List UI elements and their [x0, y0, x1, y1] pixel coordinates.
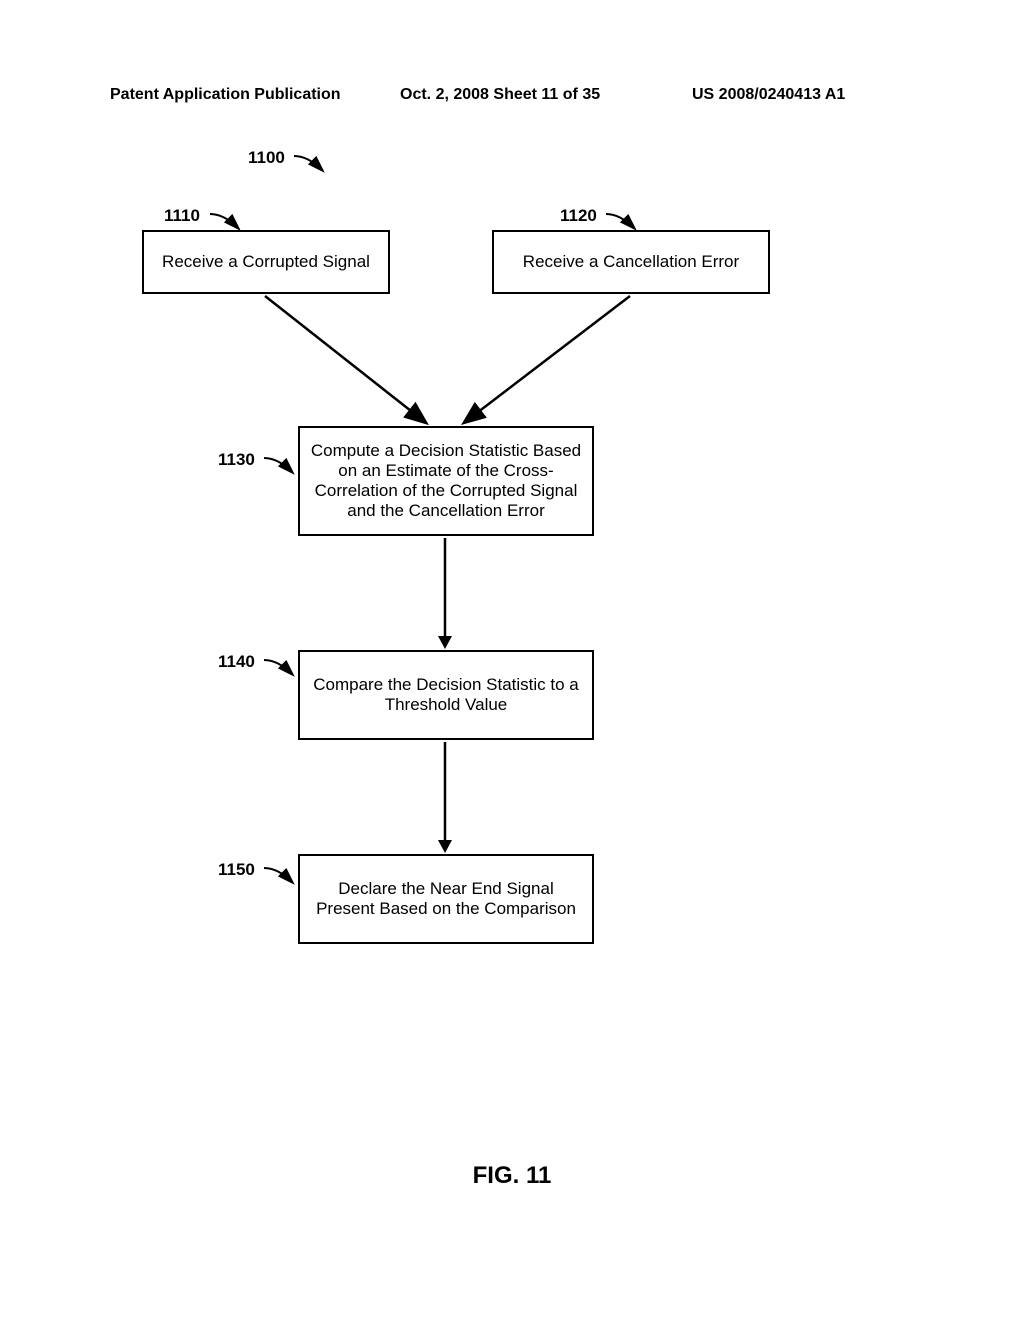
label-1130: 1130	[218, 450, 255, 470]
box-compare-threshold: Compare the Decision Statistic to a Thre…	[298, 650, 594, 740]
box-1120-text: Receive a Cancellation Error	[523, 252, 739, 272]
box-1140-text: Compare the Decision Statistic to a Thre…	[308, 675, 584, 715]
box-1150-text: Declare the Near End Signal Present Base…	[308, 879, 584, 919]
arrow-1140-1150	[430, 740, 460, 855]
header-date-sheet: Oct. 2, 2008 Sheet 11 of 35	[400, 86, 600, 104]
label-1100: 1100	[248, 148, 285, 168]
box-receive-cancellation-error: Receive a Cancellation Error	[492, 230, 770, 294]
box-compute-decision-statistic: Compute a Decision Statistic Based on an…	[298, 426, 594, 536]
header-patent-number: US 2008/0240413 A1	[692, 86, 845, 104]
label-1140: 1140	[218, 652, 255, 672]
box-declare-near-end: Declare the Near End Signal Present Base…	[298, 854, 594, 944]
box-1110-text: Receive a Corrupted Signal	[162, 252, 370, 272]
label-1150: 1150	[218, 860, 255, 880]
label-1110: 1110	[164, 206, 200, 226]
arrow-1130-1140	[430, 536, 460, 651]
converge-arrows	[140, 294, 800, 434]
pointer-1100	[290, 148, 340, 176]
figure-caption: FIG. 11	[0, 1162, 1024, 1190]
label-1120: 1120	[560, 206, 597, 226]
box-receive-corrupted-signal: Receive a Corrupted Signal	[142, 230, 390, 294]
header-publication: Patent Application Publication	[110, 86, 341, 104]
box-1130-text: Compute a Decision Statistic Based on an…	[308, 441, 584, 521]
